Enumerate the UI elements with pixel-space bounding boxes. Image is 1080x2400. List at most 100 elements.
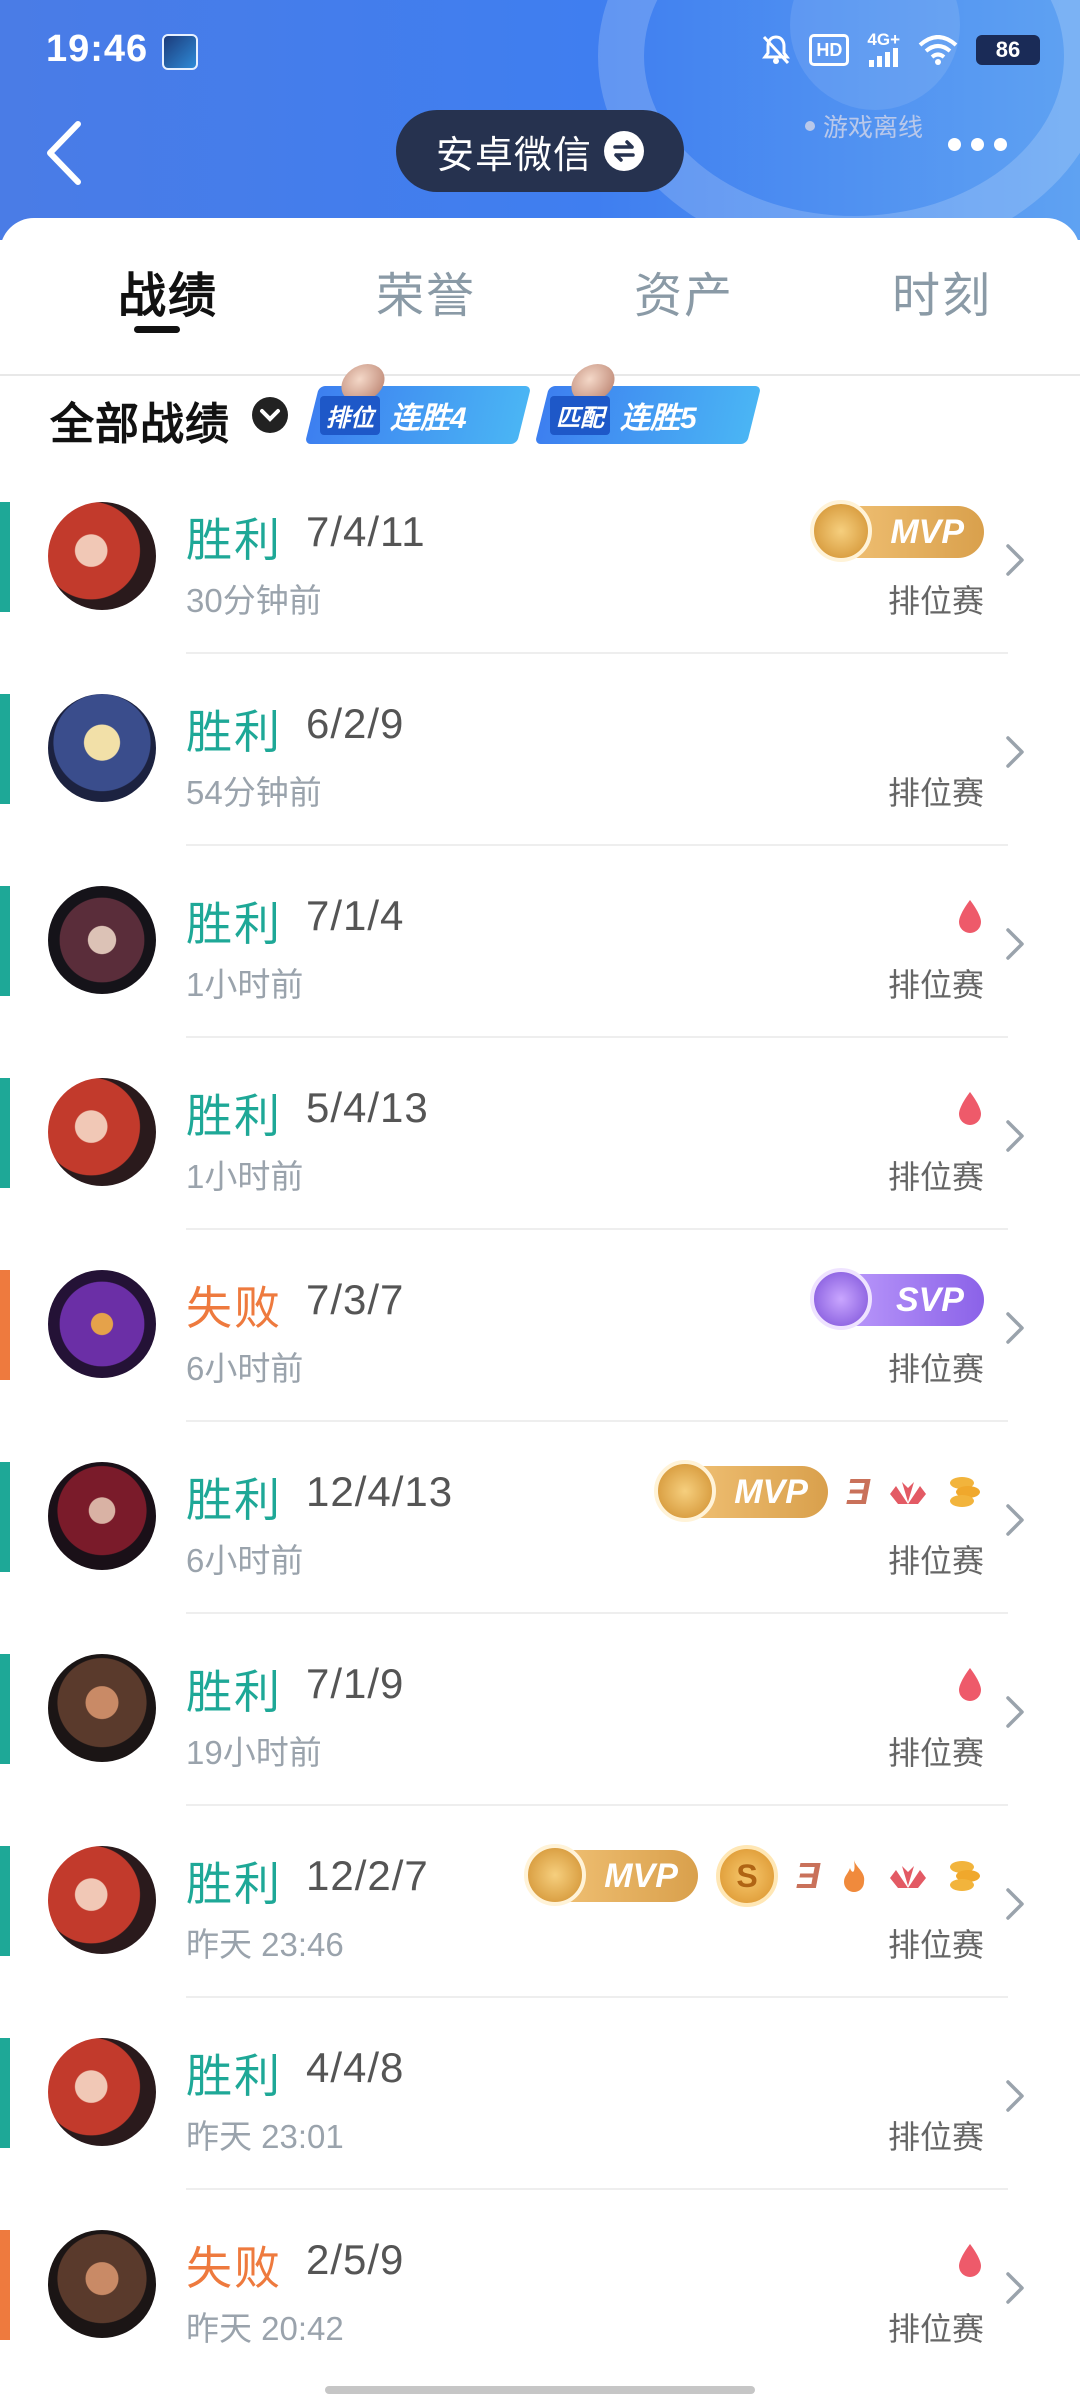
- mute-bell-icon: [761, 34, 791, 66]
- chevron-right-icon: [1006, 1696, 1024, 1728]
- match-time: 54分钟前: [186, 774, 322, 811]
- back-button[interactable]: [40, 118, 100, 188]
- match-row[interactable]: 胜利 12/2/7 昨天 23:46 MVP S Ǝ 排位赛: [0, 1806, 1080, 1998]
- result-indicator-bar: [0, 2038, 10, 2148]
- match-row[interactable]: 胜利 7/1/4 1小时前 排位赛: [0, 846, 1080, 1038]
- match-row[interactable]: 胜利 7/1/9 19小时前 排位赛: [0, 1614, 1080, 1806]
- more-dots-icon: [948, 138, 961, 151]
- network-type-label: 4G+: [867, 30, 900, 49]
- status-bar: 19:46 HD 4G+ 86: [0, 0, 1080, 100]
- triple-kill-icon: Ǝ: [795, 1855, 820, 1896]
- top-header: 19:46 HD 4G+ 86 安卓微信 游戏离线: [0, 0, 1080, 240]
- badge-label: MVP: [604, 1856, 678, 1895]
- match-result: 胜利: [186, 706, 282, 758]
- status-time: 19:46: [46, 28, 149, 70]
- tab-label: 战绩: [117, 270, 218, 323]
- blood-drop-icon: [959, 1092, 981, 1125]
- kda-score: 2/5/9: [306, 2236, 405, 2283]
- chevron-left-icon: [47, 121, 81, 185]
- tab-label: 时刻: [891, 270, 992, 323]
- tab-moments[interactable]: 时刻: [842, 218, 1042, 374]
- match-time: 昨天 20:42: [186, 2310, 344, 2347]
- chevron-right-icon: [1006, 928, 1024, 960]
- chevron-right-icon: [1006, 1120, 1024, 1152]
- match-badges: SVP: [810, 1268, 984, 1330]
- chevron-down-circle-icon[interactable]: [251, 396, 289, 434]
- status-icons: HD 4G+ 86: [761, 30, 1040, 70]
- tab-label: 资产: [633, 270, 734, 323]
- tab-assets[interactable]: 资产: [584, 218, 784, 374]
- match-result: 失败: [186, 2242, 282, 2294]
- match-row[interactable]: 失败 7/3/7 6小时前 SVP 排位赛: [0, 1230, 1080, 1422]
- blood-drop-icon: [959, 1668, 981, 1701]
- mvp-badge: MVP: [653, 1460, 828, 1522]
- match-result: 胜利: [186, 1090, 282, 1142]
- match-mode: 排位赛: [887, 1543, 984, 1579]
- kda-score: 5/4/13: [306, 1084, 429, 1131]
- filter-dropdown[interactable]: 全部战绩: [50, 388, 230, 452]
- game-offline-status: 游戏离线: [805, 108, 923, 144]
- match-row[interactable]: 胜利 5/4/13 1小时前 排位赛: [0, 1038, 1080, 1230]
- match-result: 胜利: [186, 1858, 282, 1910]
- wifi-icon: [918, 35, 958, 65]
- hero-avatar: [48, 1462, 156, 1570]
- result-indicator-bar: [0, 694, 10, 804]
- hero-avatar: [48, 502, 156, 610]
- result-indicator-bar: [0, 1270, 10, 1380]
- blood-drop-icon: [959, 900, 981, 933]
- chevron-right-icon: [1006, 1888, 1024, 1920]
- kda-score: 7/4/11: [306, 508, 426, 555]
- kda-score: 7/1/9: [306, 1660, 405, 1707]
- result-indicator-bar: [0, 1462, 10, 1572]
- match-row[interactable]: 胜利 7/4/11 30分钟前 MVP 排位赛: [0, 462, 1080, 654]
- result-indicator-bar: [0, 1846, 10, 1956]
- match-row[interactable]: 失败 2/5/9 昨天 20:42 排位赛: [0, 2190, 1080, 2382]
- chevron-right-icon: [1006, 1504, 1024, 1536]
- streak-text: 连胜5: [620, 402, 697, 435]
- medal-coin-icon: [810, 1268, 872, 1330]
- match-row[interactable]: 胜利 4/4/8 昨天 23:01 排位赛: [0, 1998, 1080, 2190]
- kda-score: 12/2/7: [306, 1852, 429, 1899]
- match-time: 昨天 23:46: [186, 1926, 344, 1963]
- match-badges: MVP: [810, 500, 984, 562]
- kda-score: 7/3/7: [306, 1276, 405, 1323]
- match-badges: MVP Ǝ: [653, 1460, 984, 1522]
- wings-icon: [890, 1866, 926, 1888]
- match-row[interactable]: 胜利 6/2/9 54分钟前 排位赛: [0, 654, 1080, 846]
- tab-active-indicator: [134, 326, 180, 333]
- tab-bar: 战绩 荣誉 资产 时刻: [0, 218, 1080, 376]
- offline-label: 游戏离线: [823, 114, 924, 142]
- chevron-right-icon: [1006, 736, 1024, 768]
- more-dot: [994, 138, 1007, 151]
- medal-coin-icon: [653, 1460, 716, 1522]
- hd-icon: HD: [809, 34, 850, 66]
- swap-arrows-icon: [604, 131, 644, 171]
- coins-icon: [950, 1861, 980, 1891]
- hero-avatar: [48, 1270, 156, 1378]
- account-label: 安卓微信: [435, 134, 592, 177]
- badge-label: MVP: [734, 1472, 808, 1511]
- hero-avatar: [48, 1654, 156, 1762]
- fire-icon: [844, 1860, 865, 1892]
- account-switch-button[interactable]: 安卓微信: [396, 110, 684, 192]
- s-medal-icon: S: [715, 1845, 778, 1907]
- match-result: 胜利: [186, 1666, 282, 1718]
- match-result: 胜利: [186, 2050, 282, 2102]
- match-time: 1小时前: [186, 1158, 304, 1195]
- match-badges: [956, 886, 984, 946]
- match-mode: 排位赛: [887, 583, 984, 619]
- tab-honor[interactable]: 荣誉: [326, 218, 526, 374]
- home-indicator[interactable]: [325, 2386, 755, 2394]
- match-result: 胜利: [186, 898, 282, 950]
- more-button[interactable]: [948, 138, 1007, 151]
- match-badges: MVP S Ǝ: [523, 1844, 984, 1907]
- match-row[interactable]: 胜利 12/4/13 6小时前 MVP Ǝ 排位赛: [0, 1422, 1080, 1614]
- tab-record[interactable]: 战绩: [68, 218, 268, 374]
- streak-kind: 排位: [320, 395, 380, 435]
- mvp-badge: MVP: [523, 1844, 698, 1906]
- result-indicator-bar: [0, 886, 10, 996]
- medal-coin-icon: [810, 500, 872, 562]
- streak-text: 连胜4: [390, 402, 467, 435]
- match-time: 19小时前: [186, 1734, 322, 1771]
- svp-badge: SVP: [810, 1268, 984, 1330]
